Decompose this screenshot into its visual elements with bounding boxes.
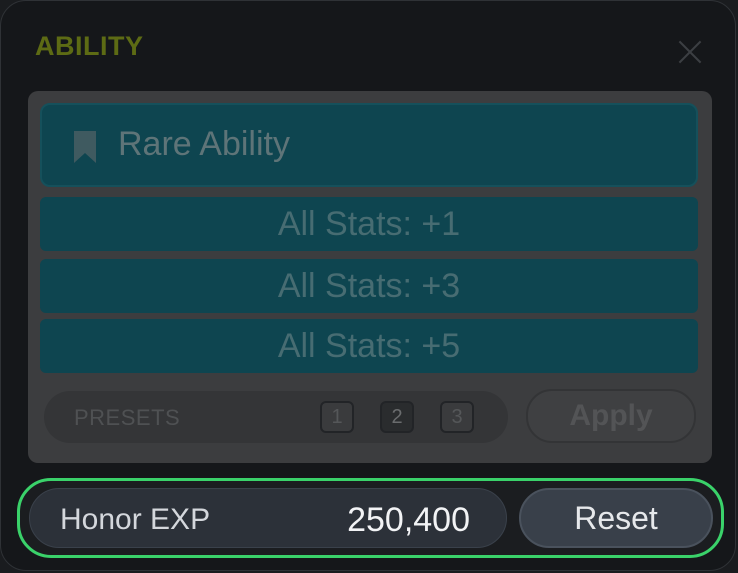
window-title: ABILITY [35,31,144,61]
honor-exp-bar: Honor EXP 250,400 Reset [17,478,724,558]
ability-stat-line-2: All Stats: +3 [40,259,698,313]
honor-exp-label: Honor EXP [60,503,211,536]
honor-exp-value: 250,400 [347,501,470,539]
ability-stat-line-3: All Stats: +5 [40,319,698,373]
close-icon[interactable] [673,35,707,69]
honor-exp-field: Honor EXP 250,400 [29,488,507,548]
ability-window: ABILITY Rare Ability All Stats: +1 All S… [0,0,736,571]
preset-button-3[interactable]: 3 [440,401,474,433]
ability-stat-line-1: All Stats: +1 [40,197,698,251]
ability-grade-label: Rare Ability [118,125,290,163]
bookmark-icon [74,131,96,163]
preset-button-1[interactable]: 1 [320,401,354,433]
preset-button-2[interactable]: 2 [380,401,414,433]
presets-label: PRESETS [74,405,181,430]
reset-button[interactable]: Reset [519,488,713,548]
apply-button[interactable]: Apply [526,389,696,443]
ability-grade-header: Rare Ability [40,103,698,187]
presets-bar: PRESETS 1 2 3 [44,391,508,443]
ability-panel: Rare Ability All Stats: +1 All Stats: +3… [28,91,712,463]
